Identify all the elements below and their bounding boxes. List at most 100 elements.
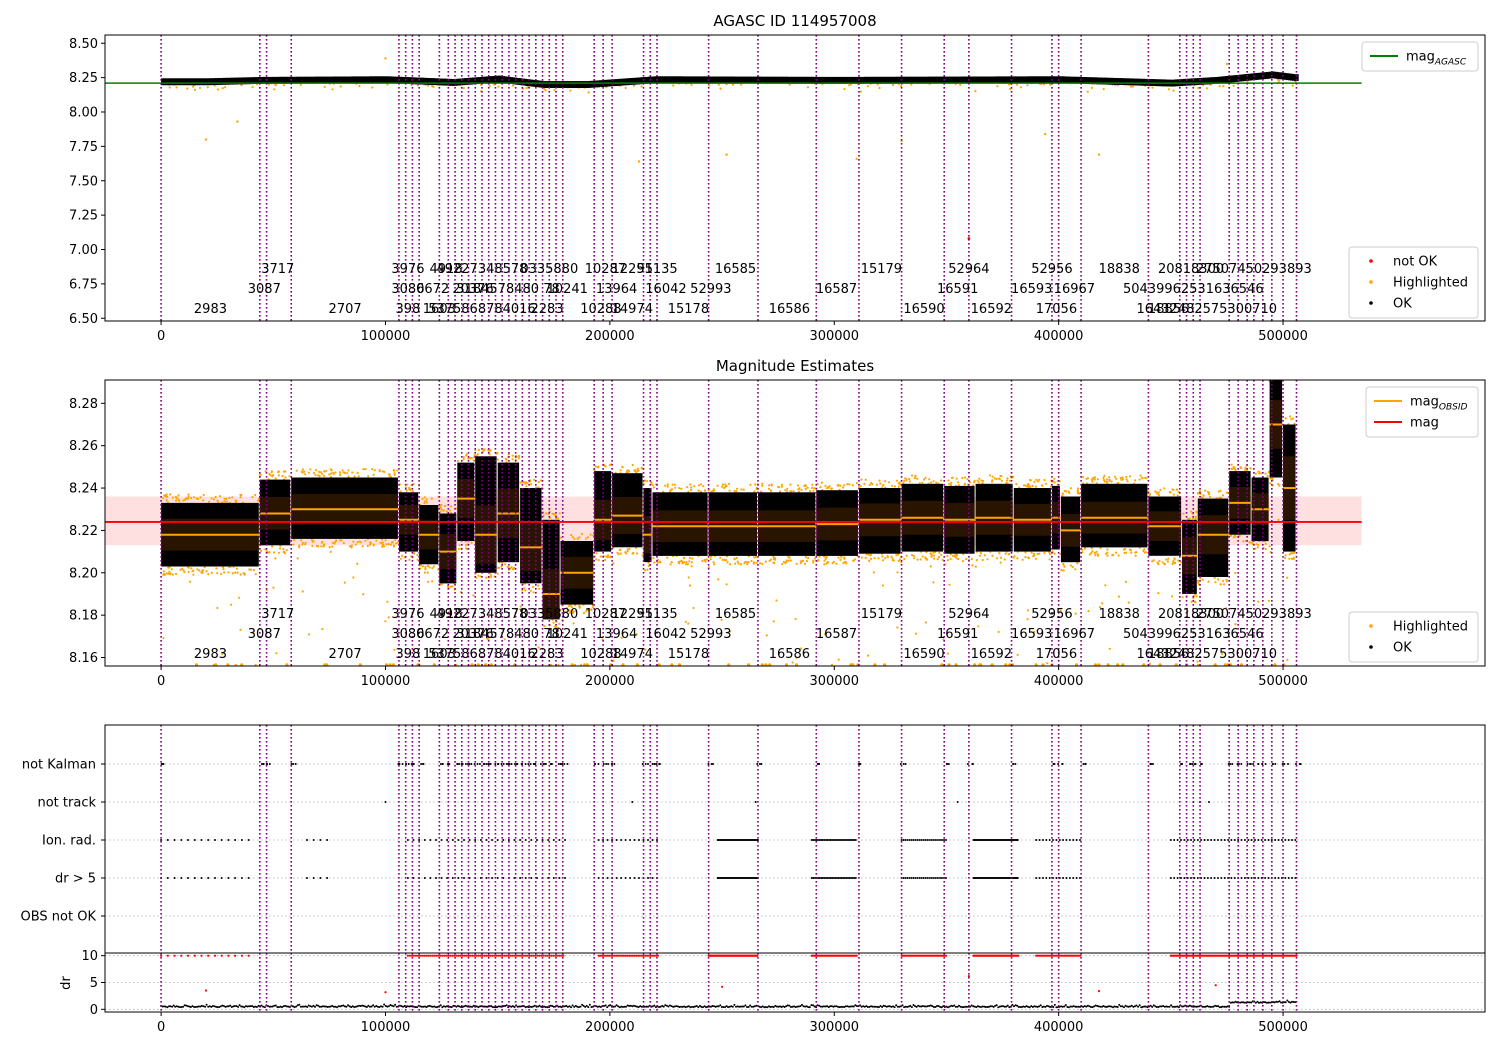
- highlighted-point: [1257, 543, 1260, 547]
- highlighted-point: [457, 548, 461, 551]
- highlighted-point: [1284, 556, 1287, 560]
- highlighted-point: [1076, 492, 1079, 495]
- flag-point-ion-rad: [1183, 839, 1186, 841]
- highlighted-point: [226, 500, 229, 503]
- flag-point-ion-rad: [552, 839, 555, 841]
- highlighted-point: [576, 537, 579, 540]
- flag-point-not-kalman: [563, 763, 566, 765]
- highlighted-point: [908, 480, 912, 483]
- highlighted-point: [1106, 551, 1109, 554]
- obsid-label: 13964: [596, 627, 637, 642]
- axis-ticks: not Kalmannot trackIon. rad.dr > 5OBS no…: [21, 758, 105, 925]
- flag-point-ion-rad: [227, 839, 230, 841]
- highlighted-point: [284, 476, 287, 479]
- legends: magAGASCnot OKHighlightedOK: [1348, 41, 1479, 319]
- highlighted-point: [819, 486, 822, 489]
- flag-point-ion-rad: [418, 839, 421, 841]
- flag-point-ion-rad: [1196, 839, 1199, 841]
- highlighted-point: [785, 559, 788, 562]
- highlighted-point: [235, 567, 238, 570]
- highlighted-point: [341, 469, 344, 472]
- flag-point-not-kalman: [521, 763, 524, 765]
- highlighted-point: [938, 551, 941, 554]
- highlighted-point: [881, 484, 885, 487]
- highlighted-point: [1149, 492, 1152, 496]
- highlighted-point: [1291, 552, 1294, 555]
- highlighted-point: [1044, 132, 1047, 136]
- legend-label-text: mag: [1406, 50, 1435, 65]
- highlighted-point: [358, 85, 361, 88]
- highlighted-point: [1016, 653, 1019, 657]
- flag-points: [160, 763, 1302, 879]
- dr-clipped-point: [437, 954, 440, 957]
- flag-point-ion-rad: [945, 839, 947, 841]
- highlighted-point: [1026, 84, 1029, 87]
- highlighted-point: [867, 654, 870, 657]
- highlighted-point: [752, 562, 755, 565]
- highlighted-point: [618, 548, 621, 552]
- highlighted-point: [1248, 541, 1251, 544]
- highlighted-point: [500, 565, 503, 568]
- highlighted-point: [690, 488, 693, 491]
- highlighted-point: [897, 485, 900, 488]
- legend-label-text: Highlighted: [1393, 620, 1468, 635]
- obsid-label: 49227348578: [436, 262, 527, 277]
- highlighted-point: [1257, 470, 1260, 473]
- flag-point-not-kalman: [641, 763, 644, 765]
- highlighted-point: [331, 545, 334, 548]
- legend-swatch: [1369, 624, 1373, 628]
- highlighted-point: [769, 489, 772, 492]
- flag-point-dr-gt-5: [1176, 877, 1179, 879]
- highlighted-point: [999, 556, 1003, 559]
- highlighted-point: [974, 565, 977, 568]
- flag-point-dr-gt-5: [1274, 877, 1277, 879]
- dr-clipped-point: [944, 954, 948, 957]
- y-tick-label: 8.26: [69, 439, 98, 454]
- flag-point-dr-gt-5: [1264, 877, 1267, 879]
- highlighted-point: [168, 570, 171, 573]
- dr-point: [274, 1004, 277, 1007]
- highlighted-point: [443, 504, 447, 508]
- flag-point-ion-rad: [1240, 839, 1243, 841]
- flag-point-dr-gt-5: [193, 877, 196, 879]
- obsid-label: 27507450293893: [1196, 607, 1312, 622]
- dr-point: [205, 1003, 208, 1006]
- highlighted-point: [552, 513, 556, 516]
- flag-point-dr-gt-5: [854, 877, 857, 879]
- highlighted-point: [578, 536, 581, 539]
- highlighted-point: [419, 564, 422, 567]
- dr-point: [653, 1004, 656, 1007]
- highlighted-point: [723, 558, 726, 562]
- highlighted-point: [810, 486, 814, 489]
- flag-point-not-kalman: [644, 763, 647, 765]
- obsid-label: 15179: [861, 262, 902, 277]
- highlighted-point: [1065, 490, 1068, 493]
- dr-clipped-point: [433, 954, 436, 957]
- highlighted-point: [726, 561, 729, 564]
- highlighted-point: [1172, 89, 1175, 92]
- highlighted-point: [932, 480, 935, 483]
- highlighted-point: [166, 495, 169, 499]
- highlighted-point: [171, 496, 174, 499]
- highlighted-point: [929, 565, 932, 568]
- flag-point-not-kalman: [946, 763, 948, 765]
- flag-point-not-kalman: [544, 763, 547, 765]
- highlighted-point: [201, 569, 204, 572]
- axes-frame: [104, 724, 1486, 954]
- obsid-label: 16967: [1054, 282, 1095, 297]
- dr-clipped-point: [213, 954, 217, 957]
- flag-point-dr-gt-5: [912, 877, 915, 879]
- flag-point-dr-gt-5: [922, 877, 925, 879]
- flag-point-dr-gt-5: [1213, 877, 1216, 879]
- highlighted-point: [633, 469, 636, 472]
- flag-point-not-kalman: [1193, 763, 1196, 765]
- highlighted-point: [342, 541, 345, 545]
- highlighted-point: [1232, 467, 1235, 470]
- highlighted-point: [617, 553, 620, 556]
- highlighted-point: [1158, 559, 1161, 563]
- highlighted-point: [381, 543, 385, 546]
- highlighted-point: [1035, 478, 1038, 481]
- flags-panel: not Kalmannot trackIon. rad.dr > 5OBS no…: [21, 724, 1486, 954]
- highlighted-point: [596, 466, 599, 469]
- highlighted-point: [1267, 599, 1270, 602]
